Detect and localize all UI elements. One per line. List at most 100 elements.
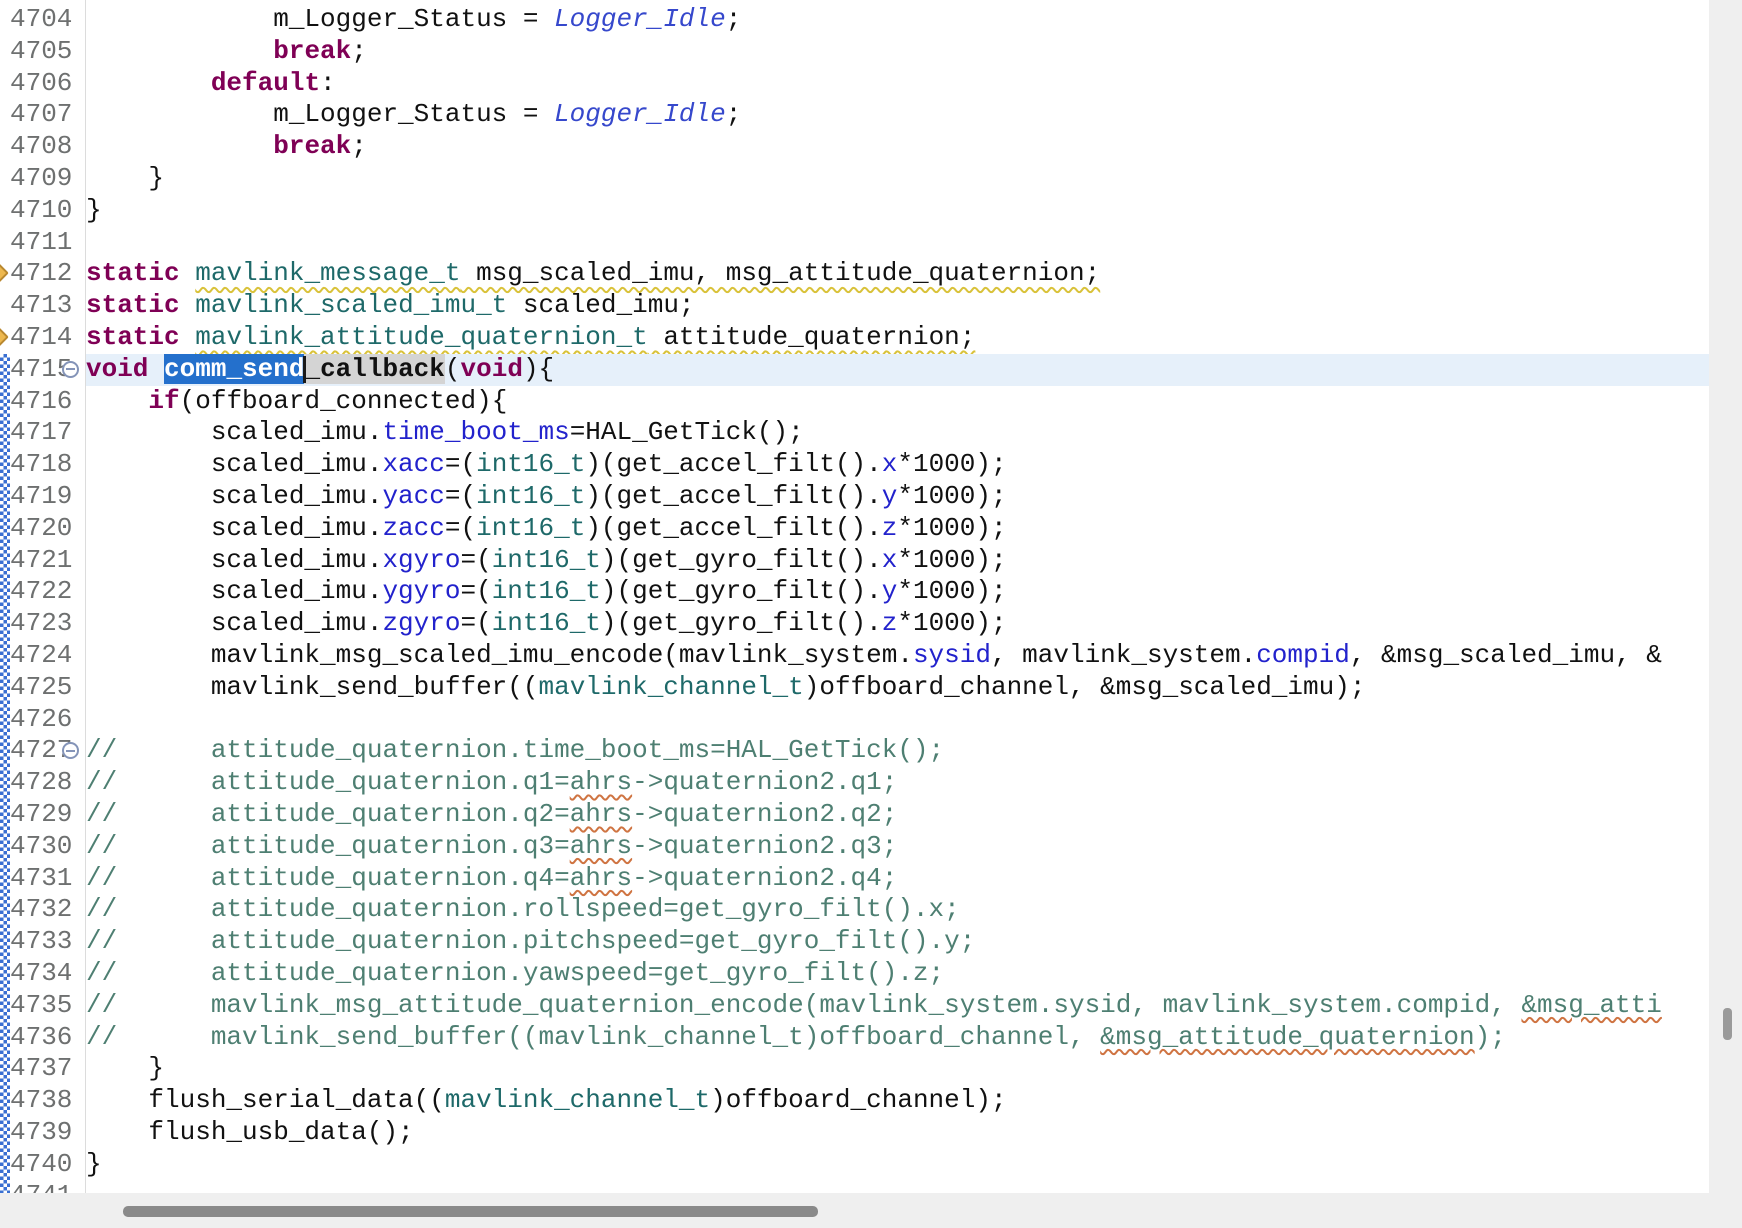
gutter-row: 4733 [0, 926, 85, 958]
code-token: =( [460, 576, 491, 606]
code-line[interactable]: // mavlink_msg_attitude_quaternion_encod… [86, 990, 1709, 1022]
code-token: scaled_imu. [86, 545, 382, 575]
code-token: xacc [382, 449, 444, 479]
horizontal-scrollbar[interactable] [0, 1193, 1742, 1228]
line-number: 4716 [10, 386, 72, 418]
fold-collapse-icon[interactable] [62, 361, 79, 378]
line-number: 4732 [10, 894, 72, 926]
code-line[interactable]: flush_serial_data((mavlink_channel_t)off… [86, 1085, 1709, 1117]
code-line[interactable]: } [86, 195, 1709, 227]
code-token: mavlink_scaled_imu_t [195, 290, 507, 320]
gutter-row: 4718 [0, 449, 85, 481]
code-line[interactable]: // attitude_quaternion.q1=ahrs->quaterni… [86, 767, 1709, 799]
code-line[interactable]: } [86, 1053, 1709, 1085]
code-token: ahrs [570, 863, 632, 893]
gutter-row: 4704 [0, 4, 85, 36]
vertical-scrollbar-thumb[interactable] [1723, 1008, 1732, 1040]
code-area[interactable]: m_Logger_Status = Logger_Idle; break; de… [86, 0, 1709, 1193]
code-token: =( [445, 481, 476, 511]
gutter-row: 4738 [0, 1085, 85, 1117]
code-token: )offboard_channel, &msg_scaled_imu); [804, 672, 1366, 702]
code-line[interactable]: break; [86, 131, 1709, 163]
code-line[interactable]: static mavlink_scaled_imu_t scaled_imu; [86, 290, 1709, 322]
gutter-row: 4717 [0, 417, 85, 449]
gutter-row: 4707 [0, 99, 85, 131]
code-token: // attitude_quaternion.pitchspeed=get_gy… [86, 926, 975, 956]
line-number: 4709 [10, 163, 72, 195]
gutter-row: 4720 [0, 513, 85, 545]
code-line[interactable]: scaled_imu.zacc=(int16_t)(get_accel_filt… [86, 513, 1709, 545]
code-line[interactable]: // attitude_quaternion.q3=ahrs->quaterni… [86, 831, 1709, 863]
code-line[interactable]: // attitude_quaternion.rollspeed=get_gyr… [86, 894, 1709, 926]
code-token: yacc [382, 481, 444, 511]
gutter-row: 4726 [0, 704, 85, 736]
gutter-row: 4725 [0, 672, 85, 704]
code-token: scaled_imu. [86, 608, 382, 638]
code-token: static [86, 322, 180, 352]
code-token: } [86, 1053, 164, 1083]
code-line[interactable]: if(offboard_connected){ [86, 386, 1709, 418]
code-line[interactable]: scaled_imu.zgyro=(int16_t)(get_gyro_filt… [86, 608, 1709, 640]
code-line[interactable]: flush_usb_data(); [86, 1117, 1709, 1149]
fold-collapse-icon[interactable] [62, 742, 79, 759]
vertical-scrollbar[interactable] [1709, 0, 1742, 1228]
code-line[interactable]: } [86, 163, 1709, 195]
code-line[interactable]: } [86, 1149, 1709, 1181]
code-line[interactable]: static mavlink_message_t msg_scaled_imu,… [86, 258, 1709, 290]
code-token: scaled_imu. [86, 481, 382, 511]
code-token: ->quaternion2.q3; [632, 831, 897, 861]
code-line[interactable]: mavlink_msg_scaled_imu_encode(mavlink_sy… [86, 640, 1709, 672]
code-line[interactable]: scaled_imu.xacc=(int16_t)(get_accel_filt… [86, 449, 1709, 481]
code-token: )(get_accel_filt(). [585, 449, 881, 479]
code-token [180, 290, 196, 320]
code-line[interactable]: // attitude_quaternion.time_boot_ms=HAL_… [86, 735, 1709, 767]
gutter-row: 4728 [0, 767, 85, 799]
code-token: &msg_atti [1521, 990, 1661, 1020]
code-line[interactable]: scaled_imu.ygyro=(int16_t)(get_gyro_filt… [86, 576, 1709, 608]
code-line[interactable]: // attitude_quaternion.q2=ahrs->quaterni… [86, 799, 1709, 831]
code-token [86, 36, 273, 66]
code-token: mavlink_attitude_quaternion_t [195, 322, 647, 352]
code-line[interactable]: m_Logger_Status = Logger_Idle; [86, 99, 1709, 131]
line-number: 4740 [10, 1149, 72, 1181]
line-number: 4713 [10, 290, 72, 322]
code-token [180, 258, 196, 288]
code-line[interactable]: static mavlink_attitude_quaternion_t att… [86, 322, 1709, 354]
code-token: ahrs [570, 799, 632, 829]
horizontal-scrollbar-thumb[interactable] [123, 1206, 818, 1217]
code-token: y [882, 481, 898, 511]
code-line[interactable]: break; [86, 36, 1709, 68]
gutter-row: 4729 [0, 799, 85, 831]
code-token: scaled_imu. [86, 417, 382, 447]
gutter-row: 4732 [0, 894, 85, 926]
code-line[interactable] [86, 227, 1709, 259]
code-line[interactable]: default: [86, 68, 1709, 100]
code-token: static [86, 258, 180, 288]
code-line[interactable]: scaled_imu.xgyro=(int16_t)(get_gyro_filt… [86, 545, 1709, 577]
code-line[interactable]: m_Logger_Status = Logger_Idle; [86, 4, 1709, 36]
code-line[interactable]: // attitude_quaternion.q4=ahrs->quaterni… [86, 863, 1709, 895]
code-line[interactable]: // mavlink_send_buffer((mavlink_channel_… [86, 1022, 1709, 1054]
code-token: _callback [304, 354, 444, 384]
code-token: z [882, 608, 898, 638]
code-line[interactable] [86, 704, 1709, 736]
code-line[interactable]: void comm_send_callback(void){ [86, 354, 1709, 386]
code-token: scaled_imu. [86, 449, 382, 479]
code-token: ahrs [570, 767, 632, 797]
code-token: time_boot_ms [382, 417, 569, 447]
code-token: } [86, 195, 102, 225]
code-line[interactable]: scaled_imu.yacc=(int16_t)(get_accel_filt… [86, 481, 1709, 513]
code-token: *1000); [897, 576, 1006, 606]
code-line[interactable] [86, 1180, 1709, 1193]
code-line[interactable]: // attitude_quaternion.pitchspeed=get_gy… [86, 926, 1709, 958]
code-token: y [882, 576, 898, 606]
gutter-row: 4723 [0, 608, 85, 640]
code-line[interactable]: // attitude_quaternion.yawspeed=get_gyro… [86, 958, 1709, 990]
line-number: 4712 [10, 258, 72, 290]
gutter-row: 4741 [0, 1180, 85, 1193]
code-line[interactable]: scaled_imu.time_boot_ms=HAL_GetTick(); [86, 417, 1709, 449]
gutter-row: 4719 [0, 481, 85, 513]
code-token: // mavlink_msg_attitude_quaternion_encod… [86, 990, 1521, 1020]
code-token: ; [726, 4, 742, 34]
code-line[interactable]: mavlink_send_buffer((mavlink_channel_t)o… [86, 672, 1709, 704]
